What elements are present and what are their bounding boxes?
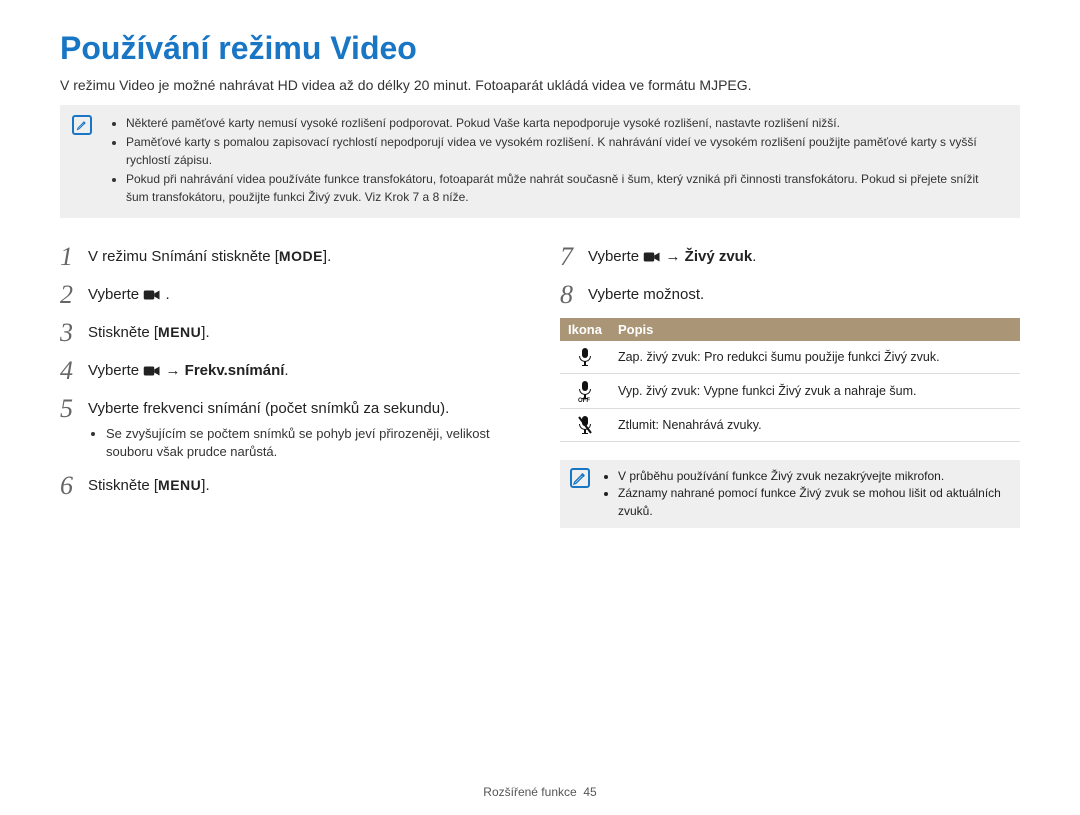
page-title: Používání režimu Video — [60, 30, 1020, 67]
step-5: 5 Vyberte frekvenci snímání (počet snímk… — [60, 394, 520, 461]
step-3: 3 Stiskněte [MENU]. — [60, 318, 520, 346]
video-camera-icon — [143, 362, 161, 379]
mic-on-icon — [577, 349, 593, 363]
mic-mute-icon — [577, 417, 593, 431]
step-text: Stiskněte [ — [88, 477, 158, 494]
top-note-item: Pokud při nahrávání videa používáte funk… — [126, 171, 1004, 206]
step-number: 1 — [60, 242, 88, 270]
step-4: 4 Vyberte → Frekv.snímání. — [60, 356, 520, 384]
video-camera-icon — [143, 286, 161, 303]
table-cell-bold: Zap. živý zvuk — [618, 350, 697, 364]
step-7: 7 Vyberte → Živý zvuk. — [560, 242, 1020, 270]
top-note-box: Některé paměťové karty nemusí vysoké roz… — [60, 105, 1020, 218]
footer-page-number: 45 — [583, 785, 596, 799]
table-cell-bold: Vyp. živý zvuk — [618, 384, 697, 398]
options-table: Ikona Popis Zap. živý zvuk: Pro redukci … — [560, 318, 1020, 442]
video-camera-icon — [643, 248, 661, 265]
step-8: 8 Vyberte možnost. — [560, 280, 1020, 308]
step-6: 6 Stiskněte [MENU]. — [60, 471, 520, 499]
table-cell-bold: Ztlumit — [618, 418, 656, 432]
table-cell-text: : Vypne funkci Živý zvuk a nahraje šum. — [697, 384, 917, 398]
table-header-icon: Ikona — [560, 318, 610, 341]
left-column: 1 V režimu Snímání stiskněte [MODE]. 2 V… — [60, 242, 520, 528]
footer-label: Rozšířené funkce — [483, 785, 576, 799]
intro-text: V režimu Video je možné nahrávat HD vide… — [60, 77, 1020, 93]
step-text: Vyberte — [88, 286, 143, 303]
step-number: 3 — [60, 318, 88, 346]
step-subnote: Se zvyšujícím se počtem snímků se pohyb … — [106, 425, 520, 461]
step-number: 8 — [560, 280, 588, 308]
step-text: Vyberte — [588, 248, 643, 265]
step-text: Stiskněte [ — [88, 324, 158, 341]
note-pencil-icon — [72, 115, 92, 135]
arrow-text: → — [165, 362, 184, 379]
bottom-note-item: V průběhu používání funkce Živý zvuk nez… — [618, 468, 1008, 485]
svg-text:OFF: OFF — [578, 398, 590, 402]
menu-label: MENU — [158, 324, 201, 340]
step-number: 2 — [60, 280, 88, 308]
table-header-desc: Popis — [610, 318, 1020, 341]
step-text: Vyberte možnost. — [588, 286, 704, 303]
right-column: 7 Vyberte → Živý zvuk. 8 Vyberte možnost… — [560, 242, 1020, 528]
step-number: 6 — [60, 471, 88, 499]
step-text: Vyberte — [88, 362, 143, 379]
step-text: . — [752, 248, 756, 265]
mic-off-badge-icon: OFF — [576, 383, 594, 397]
page-footer: Rozšířené funkce 45 — [0, 785, 1080, 799]
top-note-item: Některé paměťové karty nemusí vysoké roz… — [126, 115, 1004, 132]
bottom-note-box: V průběhu používání funkce Živý zvuk nez… — [560, 460, 1020, 528]
bottom-note-item: Záznamy nahrané pomocí funkce Živý zvuk … — [618, 485, 1008, 520]
table-row: OFF Vyp. živý zvuk: Vypne funkci Živý zv… — [560, 373, 1020, 408]
step-bold: Frekv.snímání — [185, 362, 285, 379]
step-bold: Živý zvuk — [685, 248, 753, 265]
step-text: . — [165, 286, 169, 303]
step-text: ]. — [201, 477, 209, 494]
table-cell-text: : Nenahrává zvuky. — [655, 418, 761, 432]
step-2: 2 Vyberte . — [60, 280, 520, 308]
step-text: Vyberte frekvenci snímání (počet snímků … — [88, 400, 449, 417]
table-row: Ztlumit: Nenahrává zvuky. — [560, 408, 1020, 441]
step-text: V režimu Snímání stiskněte [ — [88, 248, 279, 265]
step-number: 4 — [60, 356, 88, 384]
table-cell-text: : Pro redukci šumu použije funkci Živý z… — [697, 350, 939, 364]
table-row: Zap. živý zvuk: Pro redukci šumu použije… — [560, 341, 1020, 374]
arrow-text: → — [665, 248, 684, 265]
step-number: 7 — [560, 242, 588, 270]
step-text: ]. — [323, 248, 331, 265]
step-text: ]. — [201, 324, 209, 341]
mode-label: MODE — [279, 248, 323, 264]
menu-label: MENU — [158, 477, 201, 493]
note-pencil-icon — [570, 468, 590, 488]
step-1: 1 V režimu Snímání stiskněte [MODE]. — [60, 242, 520, 270]
step-number: 5 — [60, 394, 88, 422]
top-note-item: Paměťové karty s pomalou zapisovací rych… — [126, 134, 1004, 169]
step-text: . — [284, 362, 288, 379]
